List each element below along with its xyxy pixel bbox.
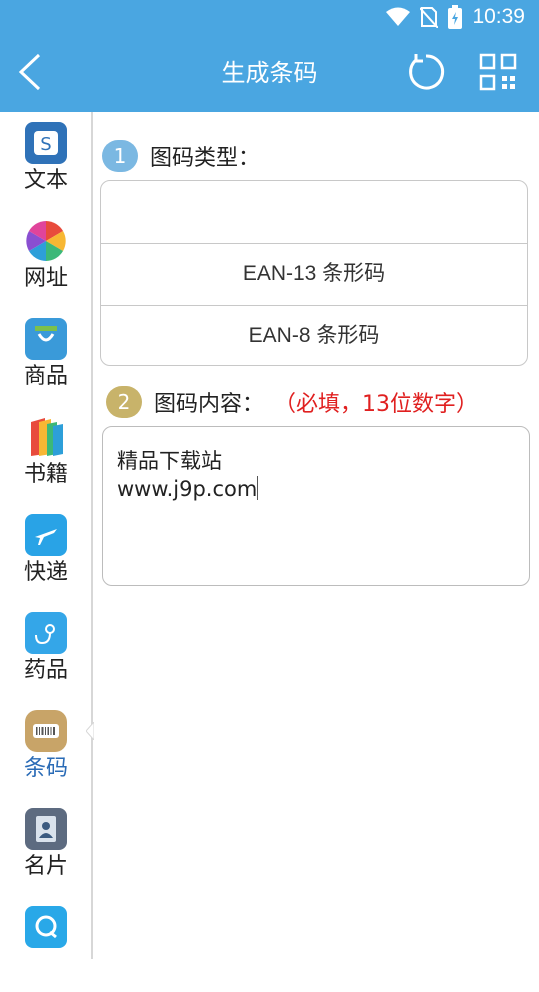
step-label: 图码内容： bbox=[154, 392, 265, 417]
type-option-empty[interactable] bbox=[101, 181, 527, 241]
no-sim-icon bbox=[420, 7, 439, 28]
type-option-ean8[interactable]: EAN-8 条形码 bbox=[101, 305, 527, 365]
step-number: 2 bbox=[117, 390, 131, 414]
sidebar-item-label: 网址 bbox=[23, 266, 68, 291]
category-sidebar: S 文本 网址 商品 书籍 快递 药品 条码 名片 bbox=[0, 112, 92, 959]
status-bar: 10:39 bbox=[0, 0, 539, 34]
barcode-type-list: EAN-13 条形码 EAN-8 条形码 bbox=[100, 180, 528, 366]
step-type-header: 1 图码类型： bbox=[102, 140, 260, 172]
sidebar-item-more[interactable] bbox=[0, 896, 92, 992]
content-input[interactable]: 精品下载站 www.j9p.com bbox=[102, 426, 530, 586]
qr-generate-button[interactable] bbox=[476, 50, 520, 94]
sidebar-item-label: 文本 bbox=[23, 168, 68, 193]
sidebar-item-label: 条码 bbox=[23, 756, 68, 781]
step-content-header: 2 图码内容： （必填，13位数字） bbox=[106, 386, 478, 418]
product-icon bbox=[25, 318, 67, 360]
status-time: 10:39 bbox=[472, 5, 525, 28]
message-icon bbox=[25, 906, 67, 948]
step-badge: 1 bbox=[102, 140, 138, 172]
barcode-icon bbox=[25, 710, 67, 752]
sidebar-item-product[interactable]: 商品 bbox=[0, 308, 92, 404]
sidebar-item-label: 书籍 bbox=[23, 462, 68, 487]
step-badge: 2 bbox=[106, 386, 142, 418]
svg-text:S: S bbox=[40, 134, 51, 155]
sidebar-item-card[interactable]: 名片 bbox=[0, 798, 92, 894]
content-line-2: www.j9p.com bbox=[117, 477, 258, 501]
reset-button[interactable] bbox=[404, 50, 448, 94]
text-caret bbox=[257, 476, 259, 500]
page-title: 生成条码 bbox=[221, 59, 318, 87]
required-note: （必填，13位数字） bbox=[274, 392, 479, 417]
wifi-icon bbox=[386, 7, 411, 26]
sidebar-item-label: 药品 bbox=[23, 658, 68, 683]
step-label: 图码类型： bbox=[150, 146, 261, 171]
contact-card-icon bbox=[25, 808, 67, 850]
content-line-1: 精品下载站 bbox=[117, 449, 222, 473]
sidebar-item-label: 商品 bbox=[23, 364, 68, 389]
sidebar-item-express[interactable]: 快递 bbox=[0, 504, 92, 600]
content-value: 精品下载站 www.j9p.com bbox=[117, 447, 259, 503]
status-icons: 10:39 bbox=[386, 0, 525, 34]
type-option-ean13[interactable]: EAN-13 条形码 bbox=[101, 243, 527, 304]
book-icon bbox=[25, 416, 67, 458]
qr-code-icon bbox=[479, 53, 517, 91]
text-icon: S bbox=[25, 122, 67, 164]
generator-form: 1 图码类型： EAN-13 条形码 EAN-8 条形码 2 图码内容： （必填… bbox=[92, 112, 539, 959]
sidebar-item-label: 名片 bbox=[23, 854, 68, 879]
sidebar-item-url[interactable]: 网址 bbox=[0, 210, 92, 306]
medicine-icon bbox=[25, 612, 67, 654]
sidebar-item-text[interactable]: S 文本 bbox=[0, 112, 92, 208]
sidebar-item-label: 快递 bbox=[23, 560, 68, 585]
express-icon bbox=[25, 514, 67, 556]
step-number: 1 bbox=[113, 144, 127, 168]
sidebar-item-barcode[interactable]: 条码 bbox=[0, 700, 92, 796]
battery-charging-icon bbox=[448, 5, 463, 29]
sidebar-item-medicine[interactable]: 药品 bbox=[0, 602, 92, 698]
url-icon bbox=[25, 220, 67, 262]
refresh-icon bbox=[409, 54, 445, 90]
app-bar: 生成条码 bbox=[0, 34, 539, 112]
sidebar-item-book[interactable]: 书籍 bbox=[0, 406, 92, 502]
